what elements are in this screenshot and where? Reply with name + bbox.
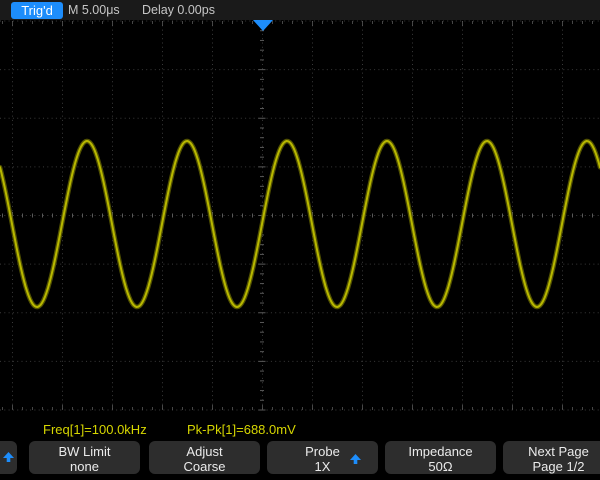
softkey-title: Next Page <box>503 444 600 459</box>
softkey-value: none <box>29 459 140 474</box>
measurement-peak-to-peak: Pk-Pk[1]=688.0mV <box>187 422 296 437</box>
popup-up-arrow-icon <box>350 454 361 464</box>
softkey-impedance[interactable]: Impedance 50Ω <box>385 441 496 474</box>
softkey-adjust[interactable]: Adjust Coarse <box>149 441 260 474</box>
up-arrow-icon <box>3 452 14 462</box>
status-bar: Trig'd M 5.00μs Delay 0.00ps <box>0 0 600 20</box>
softkey-title: Adjust <box>149 444 260 459</box>
timebase-label: M 5.00μs <box>68 3 120 17</box>
softkey-title: Probe <box>267 444 378 459</box>
menu-collapse-button[interactable] <box>0 441 17 474</box>
softkey-value: 50Ω <box>385 459 496 474</box>
softkey-menu: BW Limit none Adjust Coarse Probe 1X Imp… <box>0 441 600 475</box>
softkey-value: Page 1/2 <box>503 459 600 474</box>
trigger-status-badge: Trig'd <box>11 2 63 19</box>
trigger-delay-label: Delay 0.00ps <box>142 3 215 17</box>
softkey-next-page[interactable]: Next Page Page 1/2 <box>503 441 600 474</box>
softkey-title: Impedance <box>385 444 496 459</box>
softkey-probe[interactable]: Probe 1X <box>267 441 378 474</box>
softkey-bw-limit[interactable]: BW Limit none <box>29 441 140 474</box>
softkey-value: 1X <box>267 459 378 474</box>
softkey-value: Coarse <box>149 459 260 474</box>
measurement-frequency: Freq[1]=100.0kHz <box>43 422 147 437</box>
trigger-position-marker[interactable] <box>253 20 273 31</box>
graticule-and-waveform-canvas <box>0 0 600 480</box>
softkey-title: BW Limit <box>29 444 140 459</box>
oscilloscope-screen: Trig'd M 5.00μs Delay 0.00ps Freq[1]=100… <box>0 0 600 480</box>
